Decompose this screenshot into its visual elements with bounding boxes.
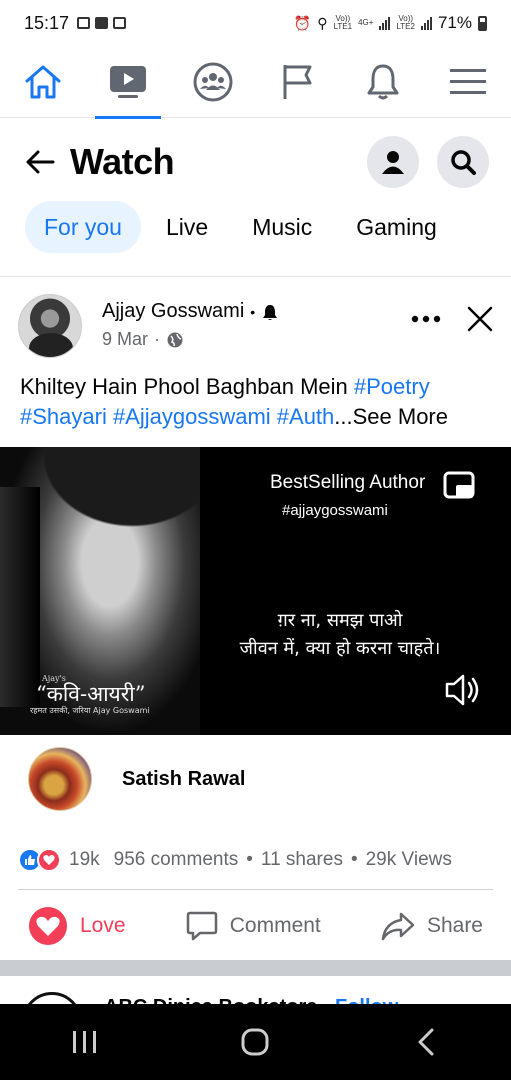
menu-icon <box>450 68 487 94</box>
pages-flag-icon <box>283 64 312 99</box>
gallery-icon <box>77 17 91 29</box>
post-date: 9 Mar <box>102 329 149 349</box>
tab-music[interactable]: Music <box>233 201 331 253</box>
search-icon <box>451 150 476 175</box>
profile-button[interactable] <box>367 136 419 188</box>
reactions-count[interactable]: 19k <box>69 849 100 871</box>
more-options-icon[interactable] <box>411 315 441 323</box>
video-hindi-line-2: जीवन में, क्या हो करना चाहते। <box>239 638 441 659</box>
nav-menu[interactable] <box>433 46 503 118</box>
home-circle-icon <box>241 1028 269 1056</box>
nav-groups[interactable] <box>178 46 248 118</box>
network-lte1: Vo)) LTE1 <box>333 14 353 31</box>
search-button[interactable] <box>437 136 489 188</box>
post-action-row: Love Comment Share <box>18 889 493 961</box>
video-overlay-tag: #ajjaygosswami <box>282 502 388 519</box>
status-time: 15:17 <box>24 12 70 33</box>
picture-in-picture-icon[interactable] <box>443 470 475 502</box>
book-title: “कवि-आयरी” <box>36 682 146 706</box>
youtube-icon <box>95 17 109 29</box>
location-icon: ⚲ <box>317 14 328 31</box>
post-caption: Khiltey Hain Phool Baghban Mein #Poetry … <box>20 372 495 432</box>
bell-icon <box>263 304 278 320</box>
groups-icon <box>193 62 233 101</box>
home-system-button[interactable] <box>215 1012 295 1072</box>
video-hindi-line-1: ग़र ना, समझ पाओ <box>277 610 403 631</box>
author-avatar[interactable] <box>18 294 82 358</box>
love-icon <box>29 906 67 945</box>
back-arrow-icon <box>26 150 55 174</box>
reaction-icons[interactable] <box>18 848 61 872</box>
watch-header: Watch <box>0 130 511 194</box>
comment-icon <box>186 911 217 940</box>
person-icon <box>382 151 404 174</box>
share-icon <box>381 912 415 940</box>
dot-separator: • <box>250 303 256 320</box>
battery-icon <box>478 15 487 31</box>
back-button[interactable] <box>22 144 58 180</box>
share-label: Share <box>426 913 483 937</box>
caption-text: Khiltey Hain Phool Baghban Mein <box>20 374 354 399</box>
nav-home[interactable] <box>8 46 78 118</box>
system-nav-bar <box>0 1004 511 1080</box>
signal-2-icon <box>420 16 432 30</box>
alarm-icon: ⏰ <box>293 14 312 31</box>
nav-watch[interactable] <box>93 46 163 119</box>
commenter-avatar <box>28 747 92 811</box>
top-nav <box>0 46 511 119</box>
message-icon <box>113 17 127 29</box>
network-type: 4G+ <box>358 18 374 27</box>
book-subtitle: रहमत उसकी, जरिया Ajay Goswami <box>30 706 150 715</box>
page-title: Watch <box>70 141 175 182</box>
post-header: Ajjay Gosswami • 9 Mar · <box>18 294 493 360</box>
share-button[interactable]: Share <box>381 911 483 941</box>
recent-apps-icon <box>73 1031 97 1053</box>
battery-percent: 71% <box>437 13 472 32</box>
signal-icon <box>379 16 391 30</box>
comments-count[interactable]: 956 comments <box>114 849 239 871</box>
back-system-button[interactable] <box>386 1012 466 1072</box>
see-more-link[interactable]: ...See More <box>334 404 448 429</box>
close-icon[interactable] <box>467 306 493 332</box>
comment-label: Comment <box>229 913 321 937</box>
notifications-bell-icon <box>367 64 399 99</box>
comment-button[interactable]: Comment <box>186 911 321 941</box>
video-overlay-author: BestSelling Author <box>270 472 426 493</box>
nav-pages[interactable] <box>263 46 333 118</box>
watch-icon <box>109 65 146 98</box>
reactions-summary: 19k 956 comments • 11 shares • 29k Views <box>18 845 493 875</box>
love-button[interactable]: Love <box>28 906 126 946</box>
divider <box>0 276 511 277</box>
feed-separator <box>0 960 511 976</box>
next-post-header: ABC Dinica Bookstore Follow <box>0 976 511 1006</box>
status-bar: 15:17 ⏰ ⚲ Vo)) LTE1 4G+ Vo)) LTE2 71% <box>0 0 511 46</box>
volume-icon[interactable] <box>443 672 481 708</box>
globe-icon <box>167 332 183 347</box>
tab-for-you[interactable]: For you <box>25 201 141 253</box>
shares-count[interactable]: 11 shares <box>261 849 343 871</box>
author-name[interactable]: Ajjay Gosswami <box>102 300 244 323</box>
recent-apps-button[interactable] <box>45 1012 125 1072</box>
love-reaction-icon <box>37 848 61 872</box>
commenter-name: Satish Rawal <box>122 767 246 790</box>
home-icon <box>25 65 61 98</box>
tab-gaming[interactable]: Gaming <box>337 201 456 253</box>
tab-live[interactable]: Live <box>147 201 227 253</box>
views-count: 29k Views <box>365 849 452 870</box>
chevron-left-icon <box>418 1028 434 1056</box>
nav-notifications[interactable] <box>348 46 418 118</box>
love-label: Love <box>80 913 126 937</box>
watch-tabs: For you Live Music Gaming <box>25 200 462 254</box>
commenter-row[interactable]: Satish Rawal <box>28 744 245 814</box>
network-lte2: Vo)) LTE2 <box>396 14 415 31</box>
